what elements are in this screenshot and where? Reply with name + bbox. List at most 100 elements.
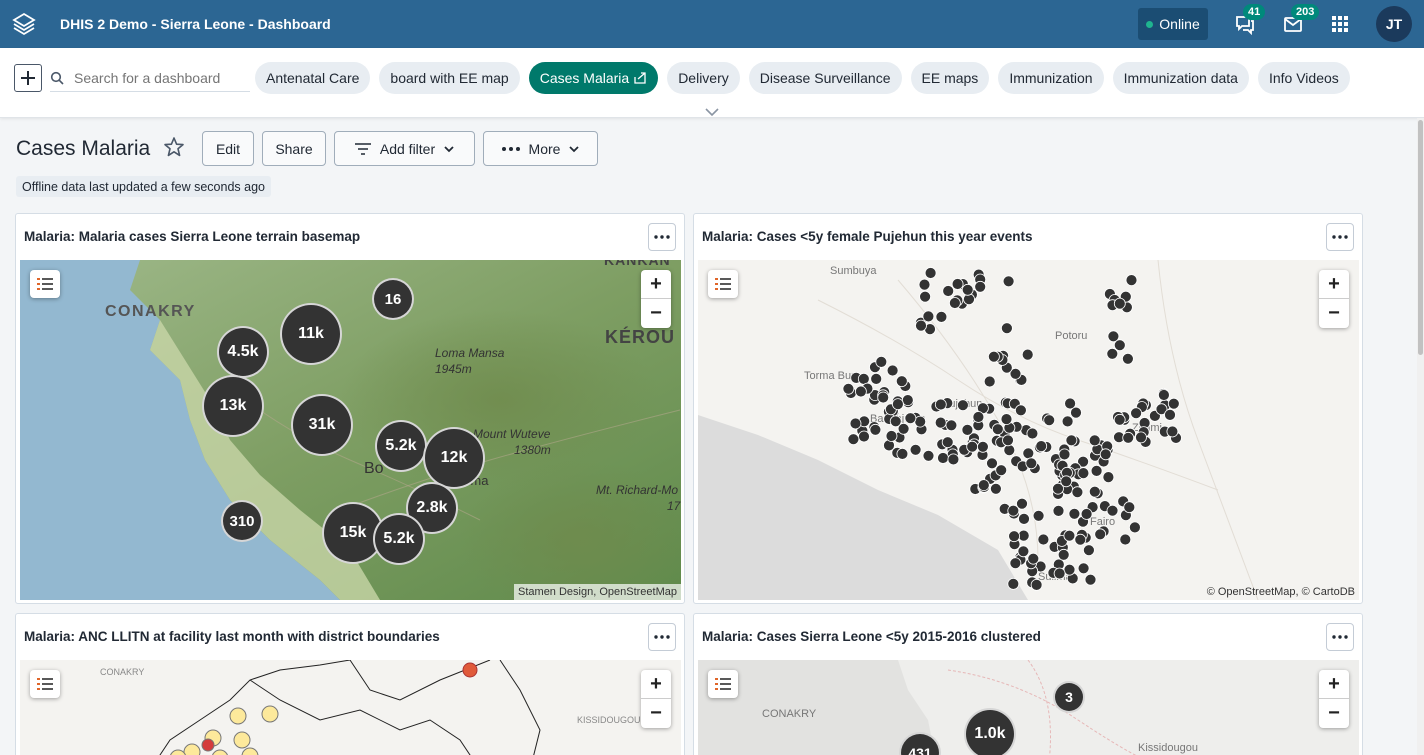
event-point[interactable] <box>1102 471 1115 484</box>
event-point[interactable] <box>1088 434 1101 447</box>
event-point[interactable] <box>895 375 908 388</box>
legend-button[interactable] <box>30 270 60 298</box>
event-point[interactable] <box>858 430 870 443</box>
event-point[interactable] <box>934 416 947 429</box>
event-point[interactable] <box>922 449 935 462</box>
event-point[interactable] <box>875 356 888 368</box>
event-point[interactable] <box>983 375 996 388</box>
event-point[interactable] <box>896 447 909 460</box>
event-point[interactable] <box>1014 404 1027 417</box>
event-point[interactable] <box>986 457 998 470</box>
event-point[interactable] <box>991 423 1004 436</box>
event-point[interactable] <box>885 430 898 442</box>
event-point[interactable] <box>1084 573 1097 586</box>
event-point[interactable] <box>1035 440 1048 453</box>
event-point[interactable] <box>1125 274 1138 287</box>
event-point[interactable] <box>1026 427 1039 440</box>
event-point[interactable] <box>961 423 974 436</box>
event-point[interactable] <box>1094 528 1107 541</box>
event-point[interactable] <box>1090 464 1103 477</box>
event-point[interactable] <box>961 283 974 296</box>
event-point[interactable] <box>1009 557 1022 570</box>
event-point[interactable] <box>1063 563 1076 576</box>
event-point[interactable] <box>966 440 979 453</box>
dhis2-logo-icon[interactable] <box>0 0 48 48</box>
event-point[interactable] <box>1016 497 1028 510</box>
event-point[interactable] <box>1088 485 1101 498</box>
expand-dashboards-button[interactable] <box>704 104 720 122</box>
chip-cases-malaria[interactable]: Cases Malaria <box>528 62 659 94</box>
cluster-marker[interactable]: 3 <box>1053 681 1085 713</box>
event-point[interactable] <box>1130 407 1143 420</box>
event-point[interactable] <box>1074 533 1087 546</box>
event-point[interactable] <box>1058 448 1071 461</box>
chip-info-videos[interactable]: Info Videos <box>1257 62 1350 94</box>
event-point[interactable] <box>1106 347 1119 360</box>
legend-button[interactable] <box>708 270 738 298</box>
event-point[interactable] <box>1043 414 1056 427</box>
item-menu-button[interactable] <box>1326 223 1354 251</box>
facilities-map[interactable]: CONAKRY KISSIDOUGOU + − <box>20 660 681 755</box>
zoom-out-button[interactable]: − <box>1319 699 1349 728</box>
cluster-marker[interactable]: 12k <box>423 427 485 489</box>
event-point[interactable] <box>1002 275 1015 288</box>
event-point[interactable] <box>1082 544 1095 557</box>
event-point[interactable] <box>854 385 867 398</box>
event-point[interactable] <box>1021 348 1034 361</box>
event-point[interactable] <box>1007 577 1020 590</box>
event-point[interactable] <box>1057 548 1070 561</box>
event-point[interactable] <box>1121 352 1134 365</box>
event-point[interactable] <box>1071 486 1084 499</box>
clustered-map[interactable]: CONAKRY Kissidougou 3 1.0k 431 + − <box>698 660 1359 755</box>
event-point[interactable] <box>941 436 954 449</box>
event-point[interactable] <box>914 415 927 428</box>
event-point[interactable] <box>976 440 989 453</box>
online-status[interactable]: Online <box>1138 8 1208 40</box>
event-point[interactable] <box>1167 397 1180 410</box>
cluster-marker[interactable]: 4.5k <box>217 326 269 378</box>
events-map[interactable]: Sumbuya Potoru Torma Bum Pujehun Zimmi F… <box>698 260 1359 600</box>
event-point[interactable] <box>1113 413 1126 426</box>
event-point[interactable] <box>842 382 855 395</box>
terrain-map[interactable]: CONAKRY KÉROU KANKAN Loma Mansa 1945m Mo… <box>20 260 681 600</box>
event-point[interactable] <box>1037 533 1050 546</box>
zoom-in-button[interactable]: + <box>641 270 671 299</box>
event-point[interactable] <box>1128 521 1141 534</box>
cluster-marker[interactable]: 13k <box>202 375 264 437</box>
event-point[interactable] <box>1135 431 1147 444</box>
event-point[interactable] <box>918 278 931 291</box>
event-point[interactable] <box>945 419 958 432</box>
event-point[interactable] <box>1061 415 1074 428</box>
cluster-marker[interactable]: 16 <box>372 278 414 320</box>
zoom-in-button[interactable]: + <box>641 670 671 699</box>
event-point[interactable] <box>901 394 914 407</box>
event-point[interactable] <box>948 297 961 309</box>
cluster-marker[interactable]: 1.0k <box>964 708 1016 755</box>
event-point[interactable] <box>1060 475 1073 488</box>
item-menu-button[interactable] <box>648 623 676 651</box>
zoom-out-button[interactable]: − <box>1319 299 1349 328</box>
event-point[interactable] <box>1080 508 1093 520</box>
event-point[interactable] <box>987 350 1000 363</box>
event-point[interactable] <box>934 398 947 411</box>
chip-immunization-data[interactable]: Immunization data <box>1112 62 1249 94</box>
event-point[interactable] <box>849 417 862 430</box>
event-point[interactable] <box>891 398 904 411</box>
cluster-marker[interactable]: 310 <box>221 500 263 542</box>
event-point[interactable] <box>1106 504 1119 517</box>
event-point[interactable] <box>947 453 960 466</box>
event-point[interactable] <box>919 290 932 303</box>
chip-delivery[interactable]: Delivery <box>667 62 740 94</box>
dashboard-search-input[interactable] <box>74 69 244 86</box>
cluster-marker[interactable]: 31k <box>291 394 353 456</box>
event-point[interactable] <box>1157 389 1170 401</box>
page-scrollbar[interactable] <box>1417 118 1424 755</box>
messages-button[interactable]: 203 <box>1279 4 1320 38</box>
event-point[interactable] <box>1099 448 1112 461</box>
event-point[interactable] <box>1000 322 1013 335</box>
event-point[interactable] <box>904 412 917 425</box>
edit-button[interactable]: Edit <box>202 131 254 166</box>
event-point[interactable] <box>1065 434 1078 447</box>
item-menu-button[interactable] <box>1326 623 1354 651</box>
event-point[interactable] <box>870 373 883 385</box>
